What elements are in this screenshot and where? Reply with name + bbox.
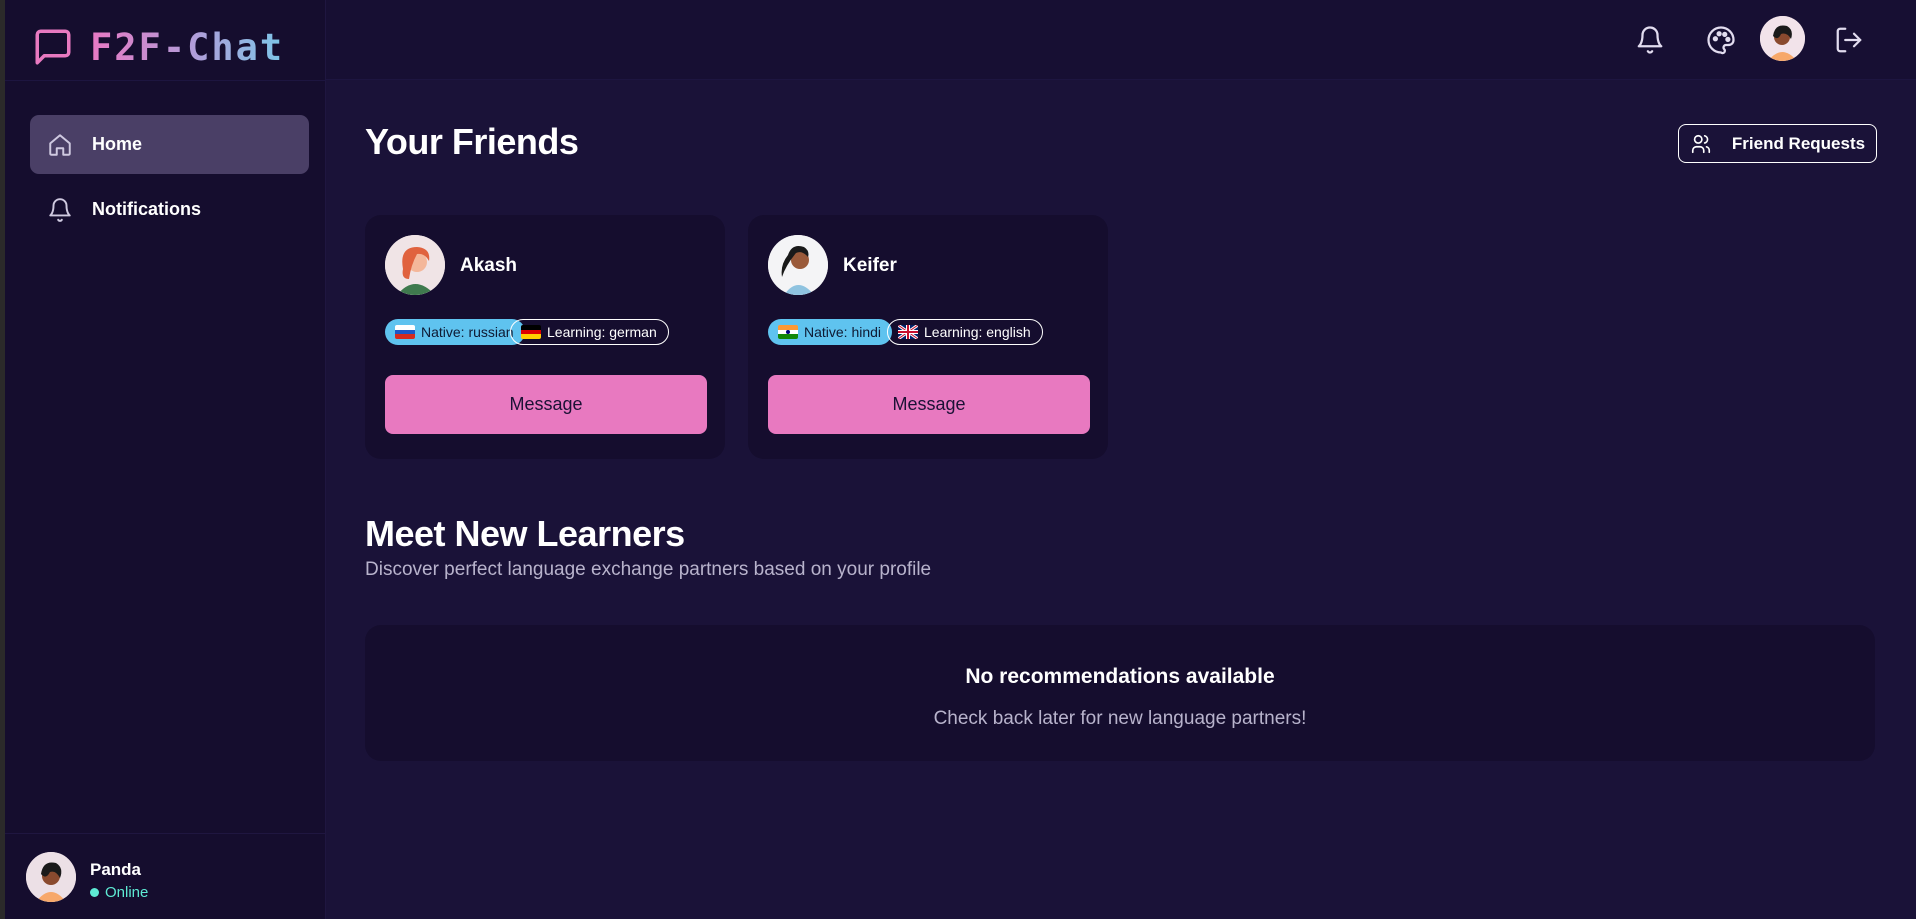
sidebar-user-panel: Panda Online xyxy=(5,833,326,919)
native-language-badge: Native: hindi xyxy=(768,319,893,345)
online-dot-icon xyxy=(90,888,99,897)
user-avatar-illustration xyxy=(1760,16,1805,61)
logout-icon xyxy=(1836,27,1862,53)
chat-bubble-icon xyxy=(35,29,71,65)
empty-state-title: No recommendations available xyxy=(965,665,1275,688)
sidebar-item-notifications[interactable]: Notifications xyxy=(30,180,309,239)
learning-language-label: Learning: german xyxy=(547,324,657,340)
sidebar-divider xyxy=(5,80,326,81)
user-status: Online xyxy=(90,884,148,901)
learning-language-badge: Learning: english xyxy=(887,319,1043,345)
native-language-label: Native: russian xyxy=(421,324,514,340)
friend-name: Akash xyxy=(460,255,518,276)
home-icon xyxy=(49,133,71,156)
friend-card: Akash Native: russian Learning: german M… xyxy=(365,215,725,459)
user-avatar-illustration xyxy=(26,852,76,902)
user-status-label: Online xyxy=(105,884,149,901)
app-logo-text: F2F-Chat xyxy=(90,25,285,69)
empty-state-subtitle: Check back later for new language partne… xyxy=(933,708,1307,729)
native-language-badge: Native: russian xyxy=(385,319,525,345)
learners-title: Meet New Learners xyxy=(365,513,685,554)
notifications-button[interactable] xyxy=(1631,21,1669,59)
friends-title: Your Friends xyxy=(365,121,579,162)
india-flag-icon xyxy=(778,325,798,339)
avatar[interactable] xyxy=(1760,16,1805,61)
message-button[interactable]: Message xyxy=(385,375,707,434)
theme-button[interactable] xyxy=(1702,21,1740,59)
logout-button[interactable] xyxy=(1830,21,1868,59)
russia-flag-icon xyxy=(395,325,415,339)
friend-avatar-illustration xyxy=(768,235,828,295)
bell-icon xyxy=(1637,26,1663,54)
avatar[interactable] xyxy=(26,852,76,902)
friend-name: Keifer xyxy=(843,255,897,276)
learners-subtitle: Discover perfect language exchange partn… xyxy=(365,559,932,580)
app-logo[interactable]: F2F-Chat xyxy=(32,22,284,72)
sidebar-item-home[interactable]: Home xyxy=(30,115,309,174)
main-content: Your Friends Friend Requests Akash Nativ… xyxy=(326,81,1916,919)
palette-icon xyxy=(1707,26,1735,55)
native-language-label: Native: hindi xyxy=(804,324,882,340)
germany-flag-icon xyxy=(521,325,541,339)
learning-language-label: Learning: english xyxy=(924,324,1031,340)
users-icon xyxy=(1691,134,1710,153)
sidebar: F2F-Chat Home Notifications Panda Online xyxy=(5,0,326,919)
learning-language-badge: Learning: german xyxy=(510,319,669,345)
avatar xyxy=(385,235,445,295)
friend-avatar-illustration xyxy=(385,235,445,295)
top-navbar xyxy=(326,0,1916,80)
uk-flag-icon xyxy=(898,325,918,339)
user-name: Panda xyxy=(90,860,142,879)
friend-card: Keifer Native: hindi Learning: english M… xyxy=(748,215,1108,459)
friend-requests-label: Friend Requests xyxy=(1731,133,1866,153)
sidebar-item-label: Notifications xyxy=(92,199,202,219)
bell-icon xyxy=(49,197,71,222)
empty-recommendations-panel: No recommendations available Check back … xyxy=(365,625,1875,761)
sidebar-item-label: Home xyxy=(92,134,143,154)
friend-requests-button[interactable]: Friend Requests xyxy=(1678,124,1877,163)
message-button[interactable]: Message xyxy=(768,375,1090,434)
avatar xyxy=(768,235,828,295)
